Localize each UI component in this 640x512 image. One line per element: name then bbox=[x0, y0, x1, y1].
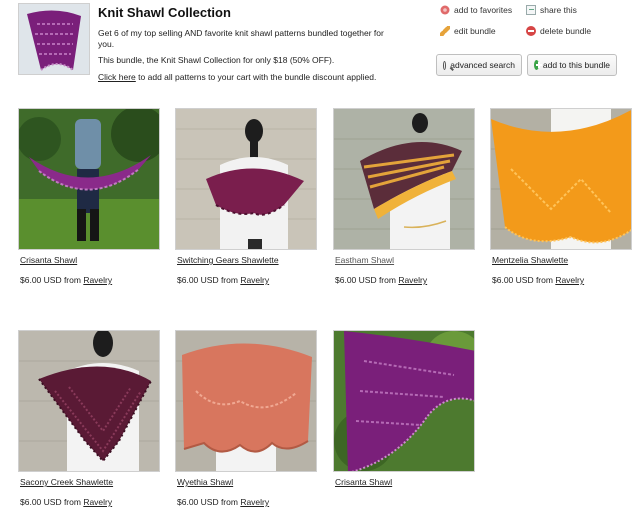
advanced-search-button[interactable]: advanced search bbox=[436, 54, 522, 76]
store-link[interactable]: Ravelry bbox=[83, 497, 112, 507]
share-button[interactable]: share this bbox=[526, 5, 577, 15]
edit-bundle-label: edit bundle bbox=[454, 26, 496, 36]
pattern-title-link[interactable]: Crisanta Shawl bbox=[335, 477, 392, 487]
pattern-photo[interactable] bbox=[175, 330, 317, 472]
pattern-price: $6.00 USD from Ravelry bbox=[177, 275, 269, 285]
add-to-bundle-button[interactable]: add to this bundle bbox=[527, 54, 617, 76]
pattern-price: $6.00 USD from Ravelry bbox=[20, 275, 112, 285]
pattern-title-link[interactable]: Wyethia Shawl bbox=[177, 477, 233, 487]
share-icon bbox=[526, 5, 536, 15]
delete-bundle-button[interactable]: delete bundle bbox=[526, 26, 591, 36]
price-text: $6.00 USD from bbox=[177, 275, 241, 285]
pattern-photo[interactable] bbox=[333, 108, 475, 250]
pattern-title-link[interactable]: Sacony Creek Shawlette bbox=[20, 477, 113, 487]
pencil-icon bbox=[440, 26, 450, 36]
add-all-to-cart-link[interactable]: Click here bbox=[98, 72, 136, 82]
bundle-cart-note: Click here to add all patterns to your c… bbox=[98, 72, 398, 83]
pattern-price: $6.00 USD from Ravelry bbox=[20, 497, 112, 507]
bundle-header: Knit Shawl Collection Get 6 of my top se… bbox=[18, 3, 622, 95]
advanced-search-label: advanced search bbox=[450, 60, 515, 70]
bundle-price-note: This bundle, the Knit Shawl Collection f… bbox=[98, 55, 335, 65]
price-text: $6.00 USD from bbox=[177, 497, 241, 507]
pattern-title-link[interactable]: Mentzelia Shawlette bbox=[492, 255, 568, 265]
bundle-info: Knit Shawl Collection Get 6 of my top se… bbox=[98, 5, 398, 88]
pattern-price: $6.00 USD from Ravelry bbox=[492, 275, 584, 285]
cart-note-text: to add all patterns to your cart with th… bbox=[135, 71, 377, 82]
pattern-price: $6.00 USD from Ravelry bbox=[177, 497, 269, 507]
price-text: $6.00 USD from bbox=[335, 275, 399, 285]
add-to-favorites-button[interactable]: add to favorites bbox=[440, 5, 512, 15]
price-text: $6.00 USD from bbox=[20, 275, 84, 285]
heart-icon bbox=[440, 5, 450, 15]
price-text: $6.00 USD from bbox=[20, 497, 84, 507]
page-title: Knit Shawl Collection bbox=[98, 5, 231, 20]
pattern-title-link[interactable]: Switching Gears Shawlette bbox=[177, 255, 279, 265]
pattern-photo[interactable] bbox=[333, 330, 475, 472]
search-icon bbox=[443, 60, 447, 70]
delete-icon bbox=[526, 26, 536, 36]
delete-bundle-label: delete bundle bbox=[540, 26, 592, 36]
share-label: share this bbox=[540, 5, 577, 15]
pattern-photo[interactable] bbox=[18, 108, 160, 250]
pattern-photo[interactable] bbox=[490, 108, 632, 250]
store-link[interactable]: Ravelry bbox=[83, 275, 112, 285]
pattern-title-link[interactable]: Eastham Shawl bbox=[335, 255, 394, 265]
add-icon bbox=[534, 60, 542, 70]
price-text: $6.00 USD from bbox=[492, 275, 556, 285]
pattern-photo[interactable] bbox=[18, 330, 160, 472]
pattern-title-link[interactable]: Crisanta Shawl bbox=[20, 255, 77, 265]
pattern-photo[interactable] bbox=[175, 108, 317, 250]
store-link[interactable]: Ravelry bbox=[555, 275, 584, 285]
edit-bundle-button[interactable]: edit bundle bbox=[440, 26, 496, 36]
add-to-favorites-label: add to favorites bbox=[454, 5, 513, 15]
bundle-description: Get 6 of my top selling AND favorite kni… bbox=[98, 28, 384, 49]
store-link[interactable]: Ravelry bbox=[240, 275, 269, 285]
bundle-thumbnail[interactable] bbox=[18, 3, 90, 75]
store-link[interactable]: Ravelry bbox=[240, 497, 269, 507]
add-to-bundle-label: add to this bundle bbox=[542, 60, 610, 70]
store-link[interactable]: Ravelry bbox=[398, 275, 427, 285]
pattern-price: $6.00 USD from Ravelry bbox=[335, 275, 427, 285]
